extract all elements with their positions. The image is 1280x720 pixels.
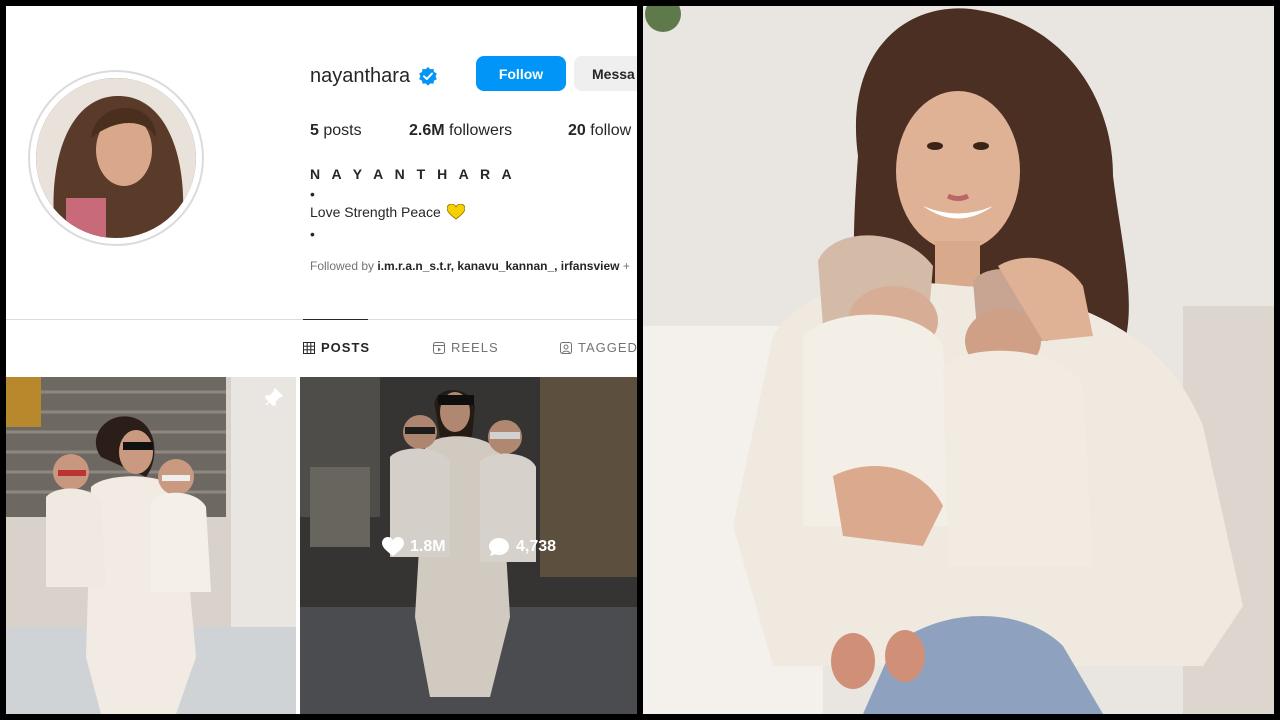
bio-dot-bottom: • [310,226,315,242]
post-photo-1 [6,377,296,714]
follow-button[interactable]: Follow [476,56,566,91]
bio-dot-top: • [310,186,315,202]
profile-avatar[interactable] [36,78,196,238]
post-comments: 4,738 [488,537,556,557]
tab-posts[interactable]: POSTS [303,340,370,355]
followed-by[interactable]: Followed by i.m.r.a.n_s.t.r, kanavu_kann… [310,259,630,273]
mother-with-twins-photo [643,6,1274,714]
post-likes: 1.8M [382,537,446,557]
heart-icon [382,537,404,556]
verified-badge-icon [419,67,437,86]
profile-avatar-ring[interactable] [28,70,204,246]
post-thumbnail-1[interactable] [6,377,296,714]
avatar-photo [36,78,196,238]
profile-full-name: N A Y A N T H A R A [310,166,516,182]
tab-tagged[interactable]: TAGGED [560,340,637,355]
profile-username: nayanthara [310,64,411,87]
bio-text: Love Strength Peace [310,204,441,220]
posts-count: 5 posts [310,122,362,139]
message-button[interactable]: Messa [574,56,637,91]
instagram-profile-panel: nayanthara Follow Messa 5 posts 2.6M fol… [6,6,637,714]
active-tab-indicator [303,319,368,320]
post-thumbnail-2[interactable]: 1.8M 4,738 [300,377,637,714]
comment-icon [489,538,509,556]
followers-count[interactable]: 2.6M followers [409,122,512,140]
yellow-heart-icon [446,204,465,220]
post-photo-2 [300,377,637,714]
tagged-icon [560,341,572,354]
grid-icon [303,341,315,354]
photo-illustration [643,6,1274,714]
following-count[interactable]: 20 follow [568,122,631,140]
profile-bio: Love Strength Peace [310,204,465,220]
tab-reels[interactable]: REELS [433,340,499,355]
username-row: nayanthara [310,56,438,96]
pinned-icon [265,387,284,406]
reels-icon [433,341,445,354]
